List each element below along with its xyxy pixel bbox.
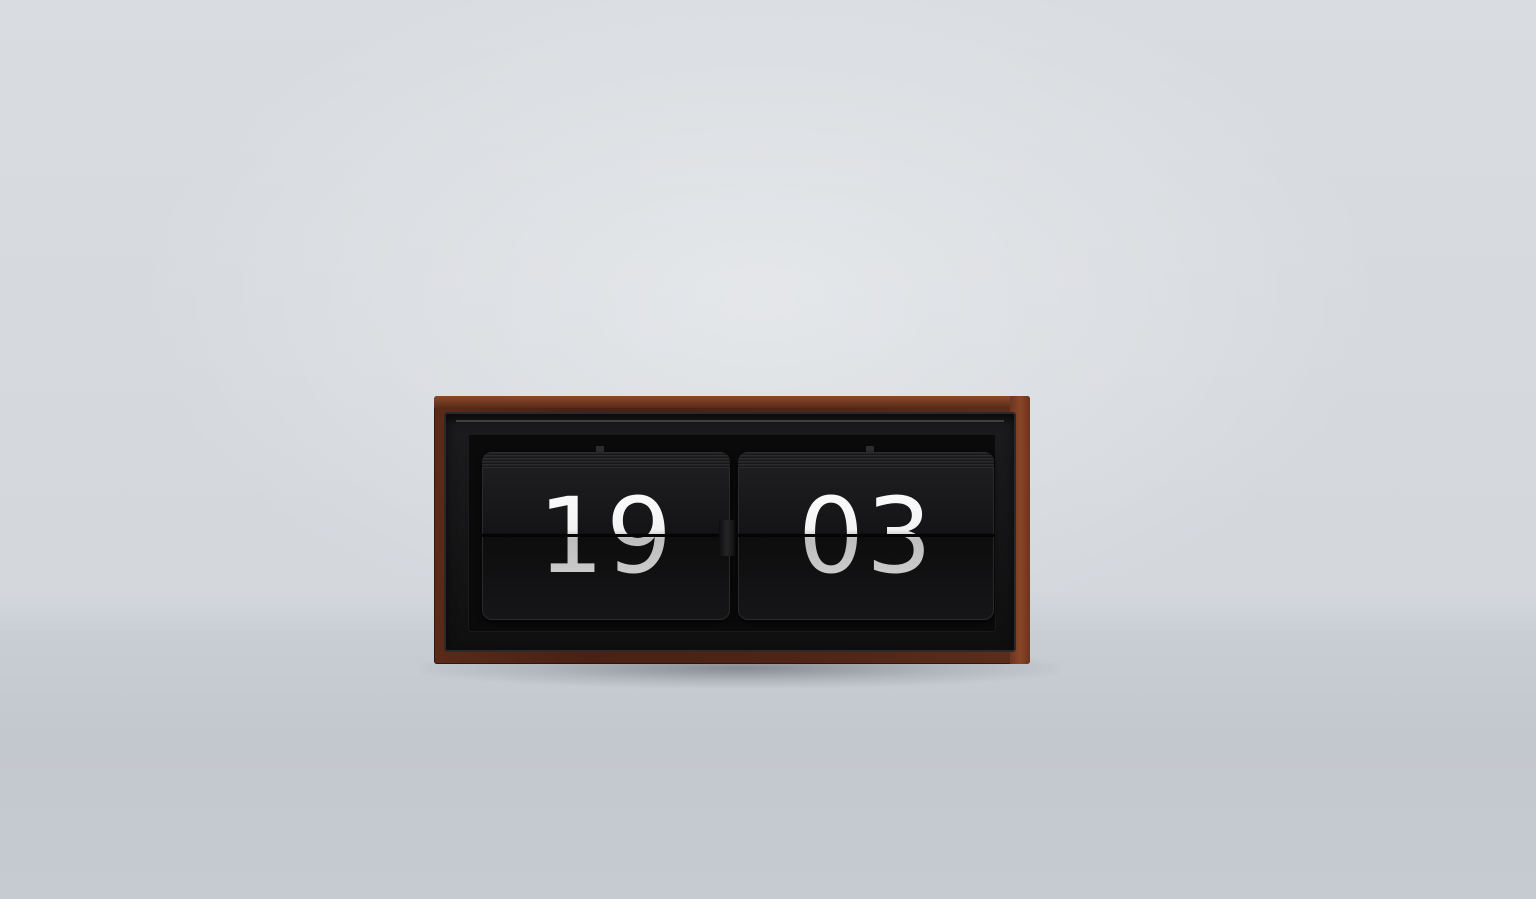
center-spindle xyxy=(719,520,735,556)
minutes-card-split xyxy=(738,534,994,537)
photo-scene: 19 03 xyxy=(0,0,1536,899)
clock-case-top xyxy=(434,396,1030,408)
hours-card-split xyxy=(482,534,730,537)
glass-reflection xyxy=(456,420,1004,422)
hours-flip-card: 19 xyxy=(482,452,730,620)
minutes-flip-card: 03 xyxy=(738,452,994,620)
